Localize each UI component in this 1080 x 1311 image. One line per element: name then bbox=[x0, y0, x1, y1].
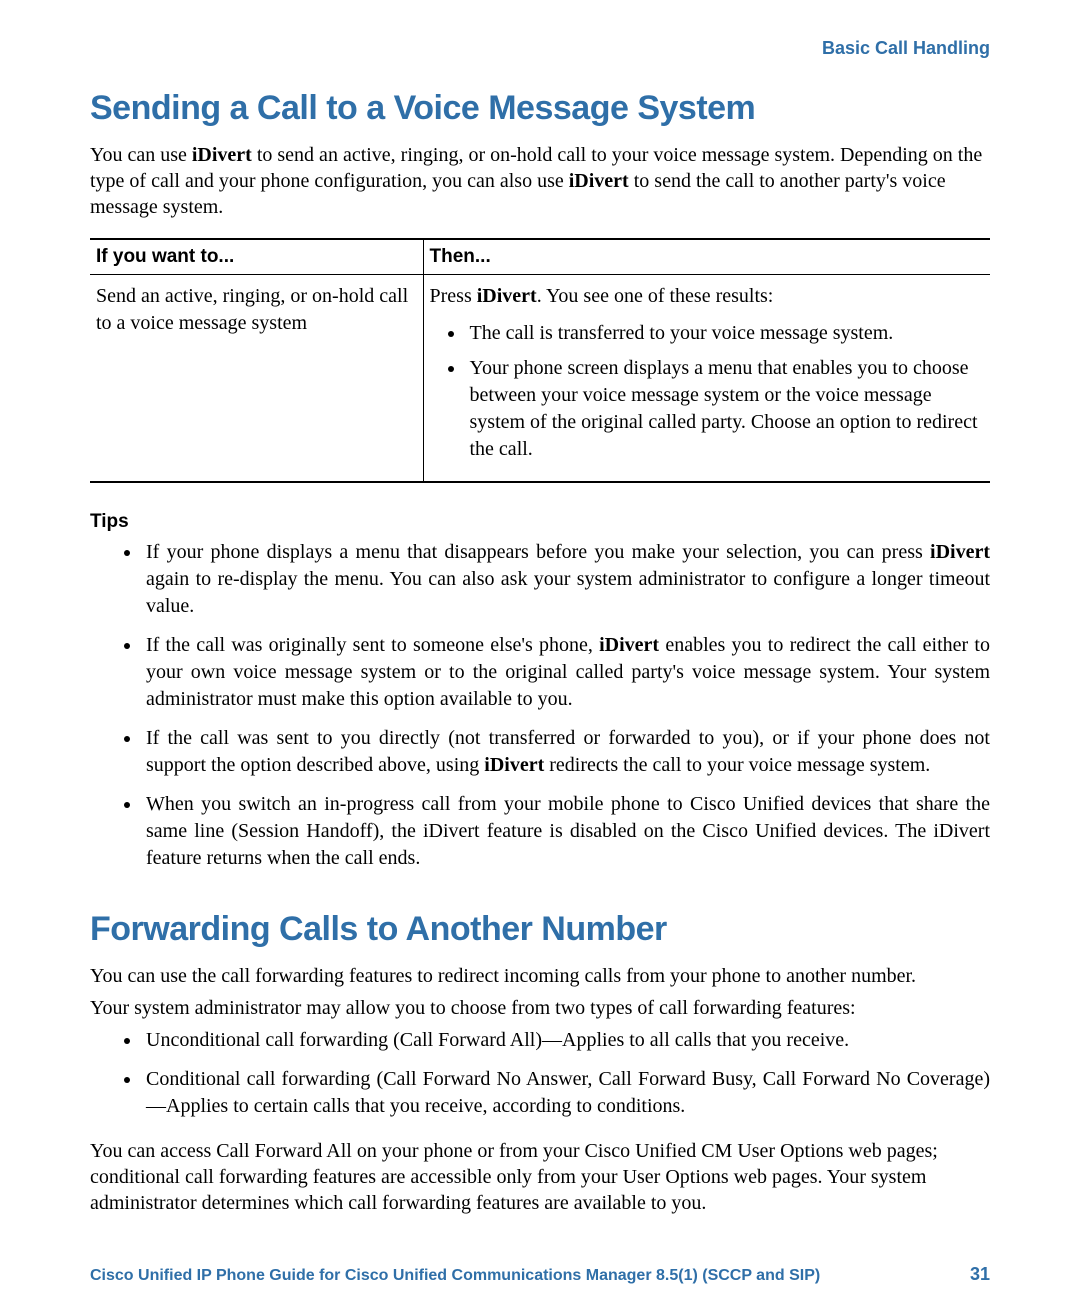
table-cell-action: Press iDivert. You see one of these resu… bbox=[423, 275, 990, 483]
section-heading-voice-message: Sending a Call to a Voice Message System bbox=[90, 89, 990, 128]
list-item: If the call was originally sent to someo… bbox=[142, 632, 990, 713]
keyword-idivert: iDivert bbox=[930, 541, 990, 563]
text: Press bbox=[430, 285, 477, 307]
page-footer: Cisco Unified IP Phone Guide for Cisco U… bbox=[90, 1264, 990, 1285]
page-number: 31 bbox=[970, 1264, 990, 1285]
paragraph: You can access Call Forward All on your … bbox=[90, 1138, 990, 1216]
section-heading-forwarding: Forwarding Calls to Another Number bbox=[90, 910, 990, 949]
list-item: If the call was sent to you directly (no… bbox=[142, 725, 990, 779]
action-table: If you want to... Then... Send an active… bbox=[90, 238, 990, 483]
tips-heading: Tips bbox=[90, 511, 990, 533]
keyword-idivert: iDivert bbox=[192, 144, 252, 166]
intro-paragraph: You can use iDivert to send an active, r… bbox=[90, 142, 990, 220]
list-item: When you switch an in-progress call from… bbox=[142, 791, 990, 872]
text: You can use bbox=[90, 144, 192, 166]
keyword-idivert: iDivert bbox=[569, 170, 629, 192]
text: . You see one of these results: bbox=[537, 285, 774, 307]
running-header: Basic Call Handling bbox=[90, 38, 990, 59]
page: Basic Call Handling Sending a Call to a … bbox=[0, 0, 1080, 1311]
list-item: Conditional call forwarding (Call Forwar… bbox=[142, 1066, 990, 1120]
paragraph: Your system administrator may allow you … bbox=[90, 995, 990, 1021]
table-row: Send an active, ringing, or on-hold call… bbox=[90, 275, 990, 483]
table-cell-condition: Send an active, ringing, or on-hold call… bbox=[90, 275, 423, 483]
list-item: Your phone screen displays a menu that e… bbox=[466, 355, 985, 463]
table-header-if: If you want to... bbox=[90, 239, 423, 275]
text: again to re-display the menu. You can al… bbox=[146, 568, 990, 617]
list-item: Unconditional call forwarding (Call Forw… bbox=[142, 1027, 990, 1054]
tips-list: If your phone displays a menu that disap… bbox=[90, 539, 990, 872]
keyword-idivert: iDivert bbox=[599, 634, 659, 656]
keyword-idivert: iDivert bbox=[484, 754, 544, 776]
footer-title: Cisco Unified IP Phone Guide for Cisco U… bbox=[90, 1267, 820, 1285]
keyword-idivert: iDivert bbox=[477, 285, 537, 307]
table-header-then: Then... bbox=[423, 239, 990, 275]
text: If the call was originally sent to someo… bbox=[146, 634, 599, 656]
forwarding-types-list: Unconditional call forwarding (Call Forw… bbox=[90, 1027, 990, 1120]
list-item: The call is transferred to your voice me… bbox=[466, 320, 985, 347]
text: If your phone displays a menu that disap… bbox=[146, 541, 930, 563]
list-item: If your phone displays a menu that disap… bbox=[142, 539, 990, 620]
paragraph: You can use the call forwarding features… bbox=[90, 963, 990, 989]
text: redirects the call to your voice message… bbox=[544, 754, 930, 776]
